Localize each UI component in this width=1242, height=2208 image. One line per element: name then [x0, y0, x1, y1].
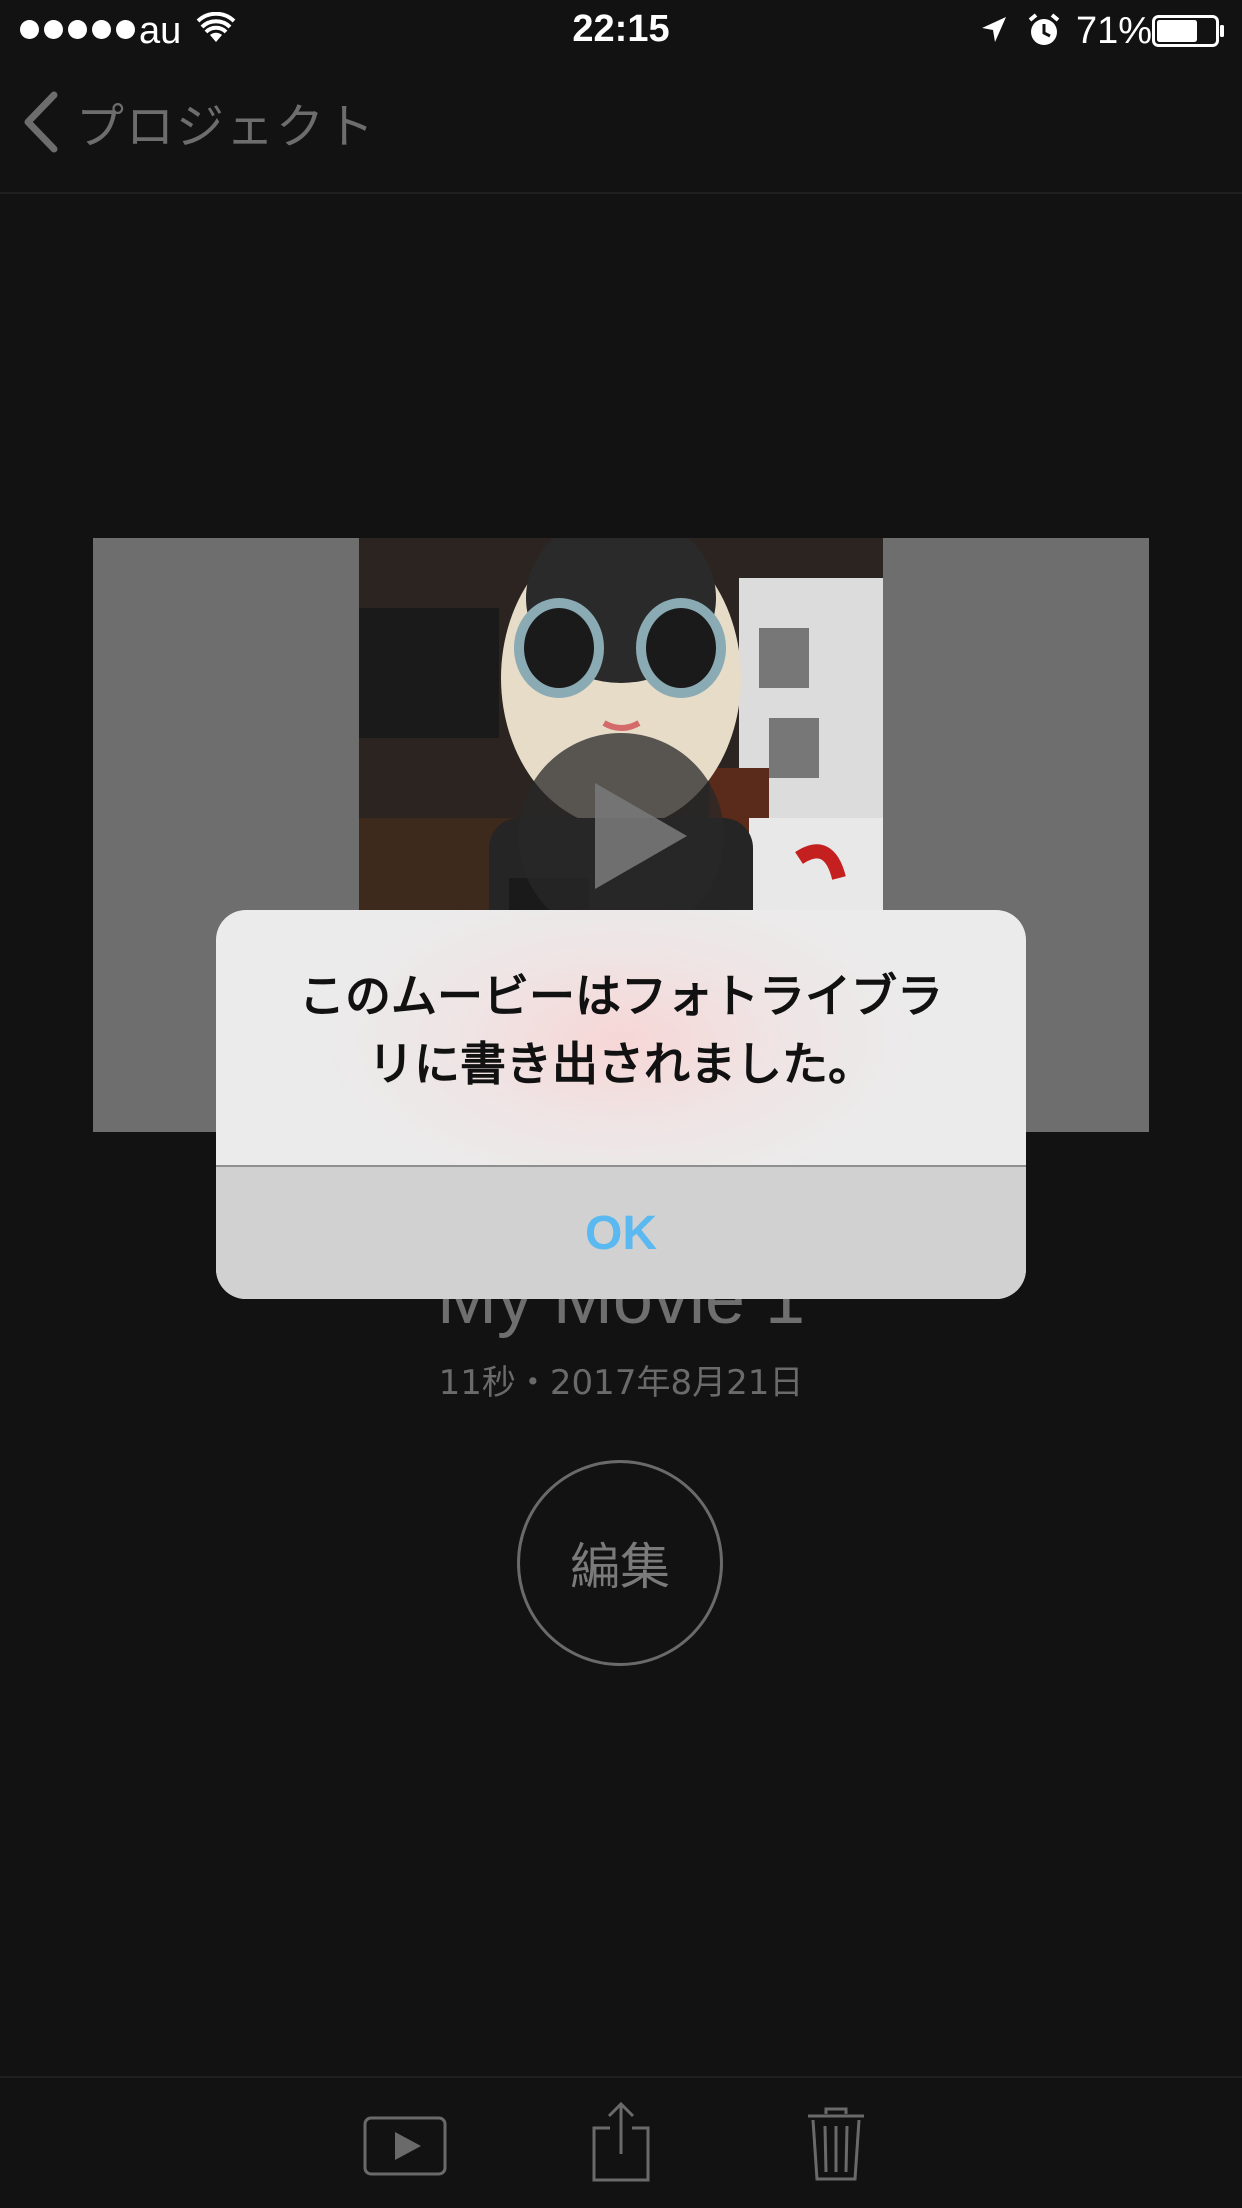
alert-actions: OK — [216, 1167, 1026, 1299]
ok-button[interactable]: OK — [216, 1167, 1026, 1299]
alert-message-line-2: リに書き出されました。 — [368, 1037, 874, 1091]
screen: au 22:15 71% プロジェクト My Movie 1 11秒・2017年… — [0, 0, 1242, 2208]
ok-button-label: OK — [585, 1206, 657, 1260]
alert-message: このムービーはフォトライブラ リに書き出されました。 — [256, 962, 986, 1098]
alert-dialog: このムービーはフォトライブラ リに書き出されました。 OK — [216, 910, 1026, 1299]
alert-message-line-1: このムービーはフォトライブラ — [299, 969, 943, 1023]
